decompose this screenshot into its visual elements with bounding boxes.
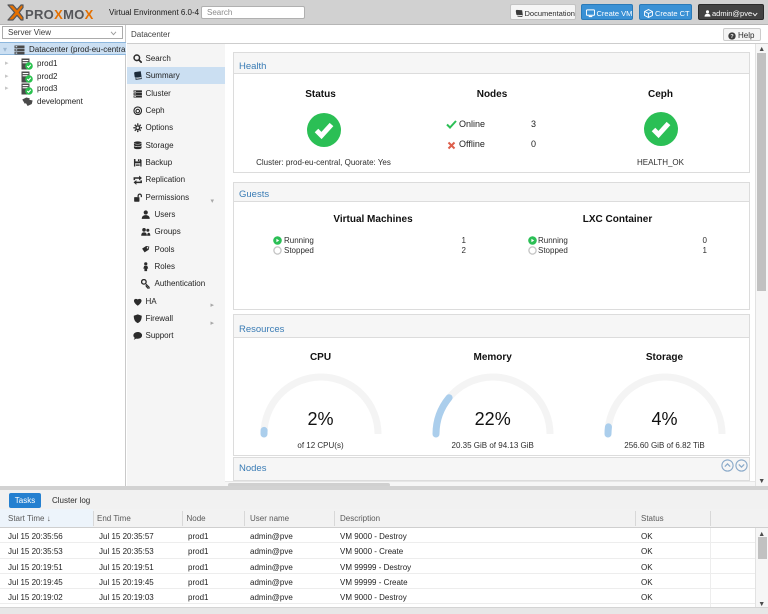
svg-text:?: ? [730,34,734,40]
